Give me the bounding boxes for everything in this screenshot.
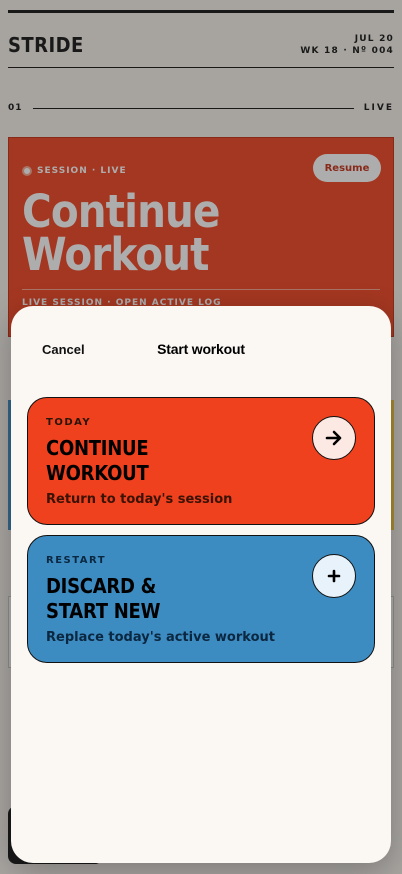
- arrow-right-icon: [325, 430, 342, 446]
- option-description: Replace today's active workout: [46, 630, 275, 645]
- option-description: Return to today's session: [46, 492, 233, 507]
- sheet-header: Cancel Start workout: [11, 340, 391, 360]
- option-title: CONTINUE WORKOUT: [46, 436, 149, 486]
- discard-start-new-option[interactable]: RESTART DISCARD & START NEW Replace toda…: [27, 535, 375, 663]
- option-title-line1: CONTINUE: [46, 436, 149, 460]
- plus-icon: [327, 569, 341, 583]
- continue-action-button[interactable]: [312, 416, 356, 460]
- option-title-line2: WORKOUT: [46, 461, 149, 485]
- continue-workout-option[interactable]: TODAY CONTINUE WORKOUT Return to today's…: [27, 397, 375, 525]
- start-new-action-button[interactable]: [312, 554, 356, 598]
- option-title: DISCARD & START NEW: [46, 574, 160, 624]
- option-title-line2: START NEW: [46, 599, 161, 623]
- sheet-title: Start workout: [157, 341, 245, 357]
- option-eyebrow: RESTART: [46, 555, 107, 566]
- start-workout-sheet: Cancel Start workout TODAY CONTINUE WORK…: [11, 306, 391, 863]
- option-title-line1: DISCARD &: [46, 574, 157, 598]
- option-eyebrow: TODAY: [46, 417, 92, 428]
